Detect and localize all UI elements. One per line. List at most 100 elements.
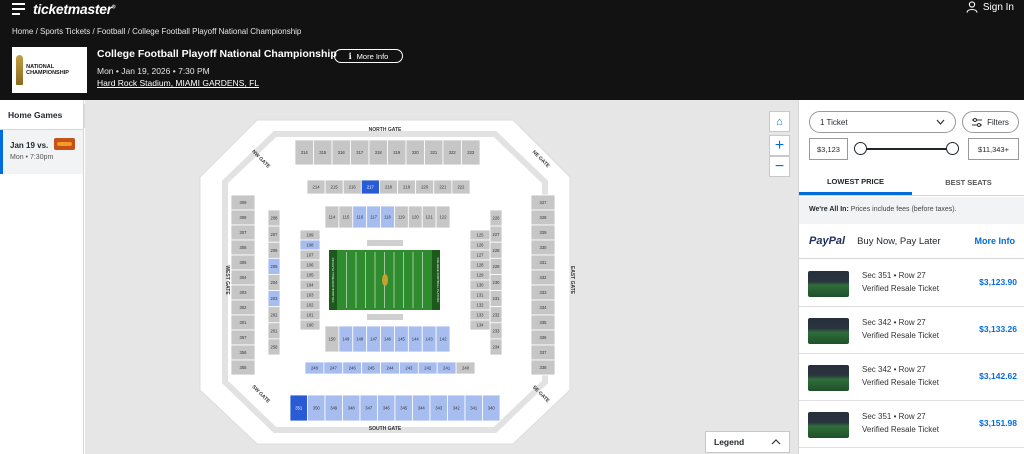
section-314[interactable]: 314 bbox=[294, 139, 314, 166]
section-317[interactable]: 317 bbox=[350, 139, 370, 166]
section-304[interactable]: 304 bbox=[230, 269, 256, 286]
section-142[interactable]: 142 bbox=[435, 325, 451, 353]
section-308[interactable]: 308 bbox=[230, 209, 256, 226]
section-131[interactable]: 131 bbox=[469, 289, 491, 301]
listing-item[interactable]: Sec 342 • Row 27 Verified Resale Ticket … bbox=[799, 354, 1024, 401]
section-204[interactable]: 204 bbox=[267, 274, 281, 291]
section-333[interactable]: 333 bbox=[530, 284, 556, 301]
ticketmaster-logo[interactable]: ticketmaster® bbox=[33, 1, 116, 17]
section-303[interactable]: 303 bbox=[230, 284, 256, 301]
section-334[interactable]: 334 bbox=[530, 299, 556, 316]
section-116[interactable]: 116 bbox=[352, 205, 368, 229]
section-143[interactable]: 143 bbox=[421, 325, 437, 353]
section-130[interactable]: 130 bbox=[469, 279, 491, 291]
section-244[interactable]: 244 bbox=[380, 361, 400, 375]
section-121[interactable]: 121 bbox=[421, 205, 437, 229]
section-230[interactable]: 230 bbox=[489, 274, 503, 291]
tab-lowest-price[interactable]: LOWEST PRICE bbox=[799, 170, 912, 195]
section-330[interactable]: 330 bbox=[530, 239, 556, 256]
section-117[interactable]: 117 bbox=[366, 205, 381, 229]
section-114[interactable]: 114 bbox=[324, 205, 340, 229]
section-345[interactable]: 345 bbox=[394, 394, 413, 422]
section-217[interactable]: 217 bbox=[360, 179, 380, 195]
section-341[interactable]: 341 bbox=[464, 394, 483, 422]
section-243[interactable]: 243 bbox=[399, 361, 419, 375]
section-349[interactable]: 349 bbox=[324, 394, 343, 422]
section-320[interactable]: 320 bbox=[405, 139, 425, 166]
section-346[interactable]: 346 bbox=[377, 394, 396, 422]
section-327[interactable]: 327 bbox=[530, 194, 556, 211]
listing-item[interactable]: Sec 342 • Row 27 Verified Resale Ticket … bbox=[799, 307, 1024, 354]
section-128[interactable]: 128 bbox=[469, 259, 491, 271]
section-323[interactable]: 323 bbox=[461, 139, 481, 166]
section-160[interactable]: 160 bbox=[299, 319, 321, 331]
min-price-input[interactable]: $3,123 bbox=[809, 138, 848, 160]
section-307[interactable]: 307 bbox=[230, 224, 256, 241]
section-248[interactable]: 248 bbox=[304, 361, 325, 375]
section-120[interactable]: 120 bbox=[407, 205, 423, 229]
section-336[interactable]: 336 bbox=[530, 329, 556, 346]
section-331[interactable]: 331 bbox=[530, 254, 556, 271]
event-venue-link[interactable]: Hard Rock Stadium, MIAMI GARDENS, FL bbox=[97, 78, 259, 88]
price-slider-track[interactable] bbox=[860, 148, 952, 150]
section-309[interactable]: 309 bbox=[230, 194, 256, 211]
section-344[interactable]: 344 bbox=[412, 394, 431, 422]
section-127[interactable]: 127 bbox=[469, 249, 491, 261]
max-price-input[interactable]: $11,343+ bbox=[968, 138, 1019, 160]
section-232[interactable]: 232 bbox=[489, 306, 503, 324]
section-129[interactable]: 129 bbox=[469, 269, 491, 281]
section-321[interactable]: 321 bbox=[424, 139, 444, 166]
section-133[interactable]: 133 bbox=[469, 309, 491, 321]
paypal-more-info-link[interactable]: More Info bbox=[975, 236, 1016, 246]
section-149[interactable]: 149 bbox=[338, 325, 354, 353]
section-228[interactable]: 228 bbox=[489, 241, 503, 259]
breadcrumb-event[interactable]: College Football Playoff National Champi… bbox=[132, 27, 301, 36]
section-203[interactable]: 203 bbox=[267, 290, 281, 308]
section-227[interactable]: 227 bbox=[489, 225, 503, 243]
section-132[interactable]: 132 bbox=[469, 299, 491, 311]
section-106[interactable]: 106 bbox=[299, 259, 321, 271]
section-207[interactable]: 207 bbox=[267, 225, 281, 243]
section-340[interactable]: 340 bbox=[482, 394, 501, 422]
section-147[interactable]: 147 bbox=[366, 325, 381, 353]
breadcrumb-home[interactable]: Home bbox=[12, 27, 33, 36]
section-216[interactable]: 216 bbox=[342, 179, 362, 195]
section-246[interactable]: 246 bbox=[342, 361, 363, 375]
breadcrumb-football[interactable]: Football bbox=[97, 27, 125, 36]
section-305[interactable]: 305 bbox=[230, 254, 256, 271]
section-208[interactable]: 208 bbox=[267, 209, 281, 227]
section-202[interactable]: 202 bbox=[267, 306, 281, 324]
section-108[interactable]: 108 bbox=[299, 239, 321, 251]
section-107[interactable]: 107 bbox=[299, 249, 321, 261]
section-241[interactable]: 241 bbox=[436, 361, 457, 375]
price-slider-max-handle[interactable] bbox=[945, 142, 959, 155]
section-328[interactable]: 328 bbox=[530, 209, 556, 226]
section-347[interactable]: 347 bbox=[359, 394, 378, 422]
game-item[interactable]: Jan 19 vs. Mon • 7:30pm bbox=[0, 130, 83, 174]
section-215[interactable]: 215 bbox=[324, 179, 344, 195]
more-info-button[interactable]: i More Info bbox=[334, 49, 403, 63]
filters-button[interactable]: Filters bbox=[962, 111, 1019, 133]
section-316[interactable]: 316 bbox=[331, 139, 351, 166]
section-234[interactable]: 234 bbox=[489, 338, 503, 356]
section-218[interactable]: 218 bbox=[379, 179, 398, 195]
section-332[interactable]: 332 bbox=[530, 269, 556, 286]
section-214[interactable]: 214 bbox=[306, 179, 326, 195]
section-356[interactable]: 356 bbox=[230, 344, 256, 361]
section-146[interactable]: 146 bbox=[380, 325, 395, 353]
section-343[interactable]: 343 bbox=[429, 394, 448, 422]
section-221[interactable]: 221 bbox=[433, 179, 453, 195]
price-slider-min-handle[interactable] bbox=[853, 142, 867, 155]
section-335[interactable]: 335 bbox=[530, 314, 556, 331]
section-351[interactable]: 351 bbox=[289, 394, 308, 422]
section-315[interactable]: 315 bbox=[313, 139, 333, 166]
section-245[interactable]: 245 bbox=[361, 361, 381, 375]
section-105[interactable]: 105 bbox=[299, 269, 321, 281]
section-220[interactable]: 220 bbox=[415, 179, 435, 195]
home-view-button[interactable]: ⌂ bbox=[769, 111, 790, 132]
zoom-in-button[interactable]: + bbox=[769, 135, 790, 156]
section-240[interactable]: 240 bbox=[455, 361, 476, 375]
section-119[interactable]: 119 bbox=[394, 205, 409, 229]
section-148[interactable]: 148 bbox=[352, 325, 368, 353]
listing-item[interactable]: Sec 351 • Row 27 Verified Resale Ticket … bbox=[799, 260, 1024, 307]
